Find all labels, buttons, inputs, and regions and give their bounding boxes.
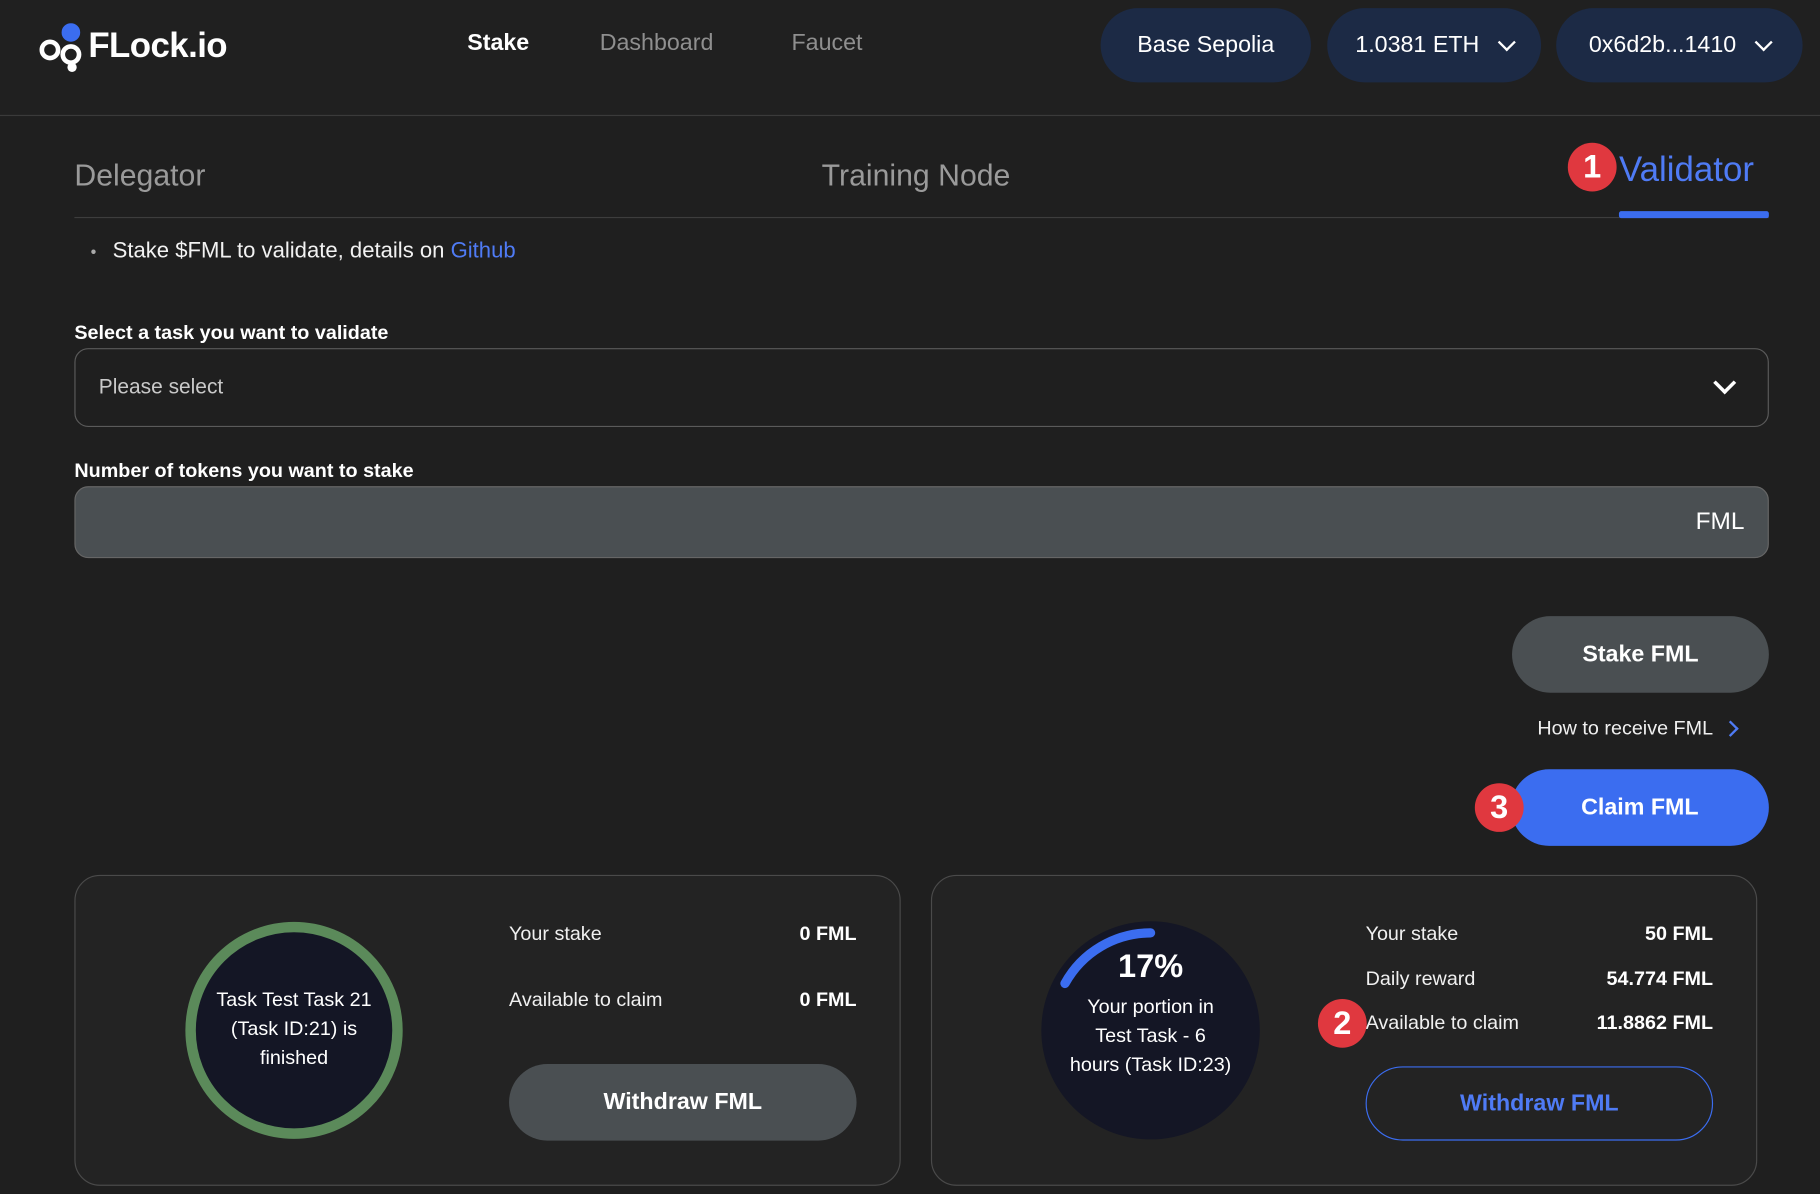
daily-reward-value: 54.774 FML	[1606, 967, 1714, 990]
task-select[interactable]: Please select	[74, 348, 1769, 427]
available-to-claim-label: Available to claim	[509, 988, 663, 1011]
annotation-badge-2: 2	[1317, 999, 1367, 1048]
available-to-claim-value: 11.8862 FML	[1596, 1011, 1714, 1034]
amount-unit: FML	[1695, 508, 1745, 535]
intro-label: Stake $FML to validate, details on	[112, 239, 451, 264]
portion-ring-text: Your portion in Test Task - 6 hours (Tas…	[1069, 995, 1232, 1076]
annotation-badge-1: 1	[1567, 142, 1617, 192]
top-navbar: FLock.io Stake Dashboard Faucet Base Sep…	[0, 0, 1820, 117]
chevron-down-icon	[1713, 371, 1737, 395]
daily-reward-label: Daily reward	[1365, 967, 1476, 990]
tab-divider	[74, 216, 1769, 219]
chevron-right-icon	[1722, 720, 1739, 737]
balance-dropdown[interactable]: 1.0381 ETH	[1327, 8, 1542, 83]
bullet-icon: •	[90, 242, 97, 262]
amount-label: Number of tokens you want to stake	[74, 459, 414, 482]
stake-amount-input[interactable]	[94, 487, 1657, 560]
withdraw-fml-button[interactable]: Withdraw FML	[509, 1063, 857, 1141]
stake-fml-button[interactable]: Stake FML	[1512, 616, 1769, 693]
active-tab-indicator	[1618, 211, 1769, 219]
github-link[interactable]: Github	[451, 239, 516, 263]
wallet-address-label: 0x6d2b...1410	[1588, 31, 1737, 58]
your-stake-value: 50 FML	[1645, 922, 1714, 945]
tab-validator[interactable]: Validator	[1619, 151, 1754, 190]
how-to-receive-label: How to receive FML	[1537, 717, 1714, 740]
stake-fml-label: Stake FML	[1582, 641, 1699, 667]
stake-amount-field[interactable]: FML	[74, 486, 1769, 560]
withdraw-fml-outline-button[interactable]: Withdraw FML	[1365, 1066, 1714, 1141]
nav-dashboard[interactable]: Dashboard	[600, 30, 714, 57]
flock-logo-icon	[39, 21, 86, 72]
app-window: FLock.io Stake Dashboard Faucet Base Sep…	[0, 0, 1820, 1194]
annotation-badge-3: 3	[1474, 783, 1524, 832]
nav-stake[interactable]: Stake	[467, 30, 529, 57]
task-select-label: Select a task you want to validate	[74, 321, 389, 344]
wallet-address-dropdown[interactable]: 0x6d2b...1410	[1556, 8, 1803, 83]
claim-fml-label: Claim FML	[1581, 794, 1699, 820]
withdraw-fml-label: Withdraw FML	[1460, 1090, 1619, 1116]
chevron-down-icon	[1754, 32, 1773, 51]
task-ring-text: Task Test Task 21 (Task ID:21) is finish…	[216, 988, 372, 1069]
intro-text: • Stake $FML to validate, details on Gith…	[91, 239, 516, 265]
portion-percent: 17%	[1118, 947, 1184, 984]
available-to-claim-label: Available to claim	[1365, 1011, 1519, 1034]
balance-label: 1.0381 ETH	[1355, 31, 1480, 58]
tab-delegator[interactable]: Delegator	[74, 158, 205, 194]
your-stake-label: Your stake	[509, 922, 602, 945]
logo-text: FLock.io	[88, 26, 228, 65]
available-to-claim-value: 0 FML	[799, 988, 857, 1011]
nav-faucet[interactable]: Faucet	[791, 30, 862, 57]
stake-card-task-21: Task Test Task 21 (Task ID:21) is finish…	[74, 874, 901, 1186]
network-button[interactable]: Base Sepolia	[1100, 8, 1311, 83]
flock-logo[interactable]: FLock.io	[39, 21, 228, 72]
withdraw-fml-label: Withdraw FML	[603, 1088, 763, 1115]
claim-fml-button[interactable]: Claim FML	[1510, 769, 1769, 846]
tab-training-node[interactable]: Training Node	[822, 158, 1011, 194]
task-select-placeholder: Please select	[98, 374, 224, 398]
your-stake-value: 0 FML	[799, 922, 857, 945]
how-to-receive-link[interactable]: How to receive FML	[1537, 717, 1739, 740]
network-label: Base Sepolia	[1137, 31, 1275, 58]
your-stake-label: Your stake	[1365, 922, 1459, 945]
chevron-down-icon	[1497, 32, 1516, 51]
